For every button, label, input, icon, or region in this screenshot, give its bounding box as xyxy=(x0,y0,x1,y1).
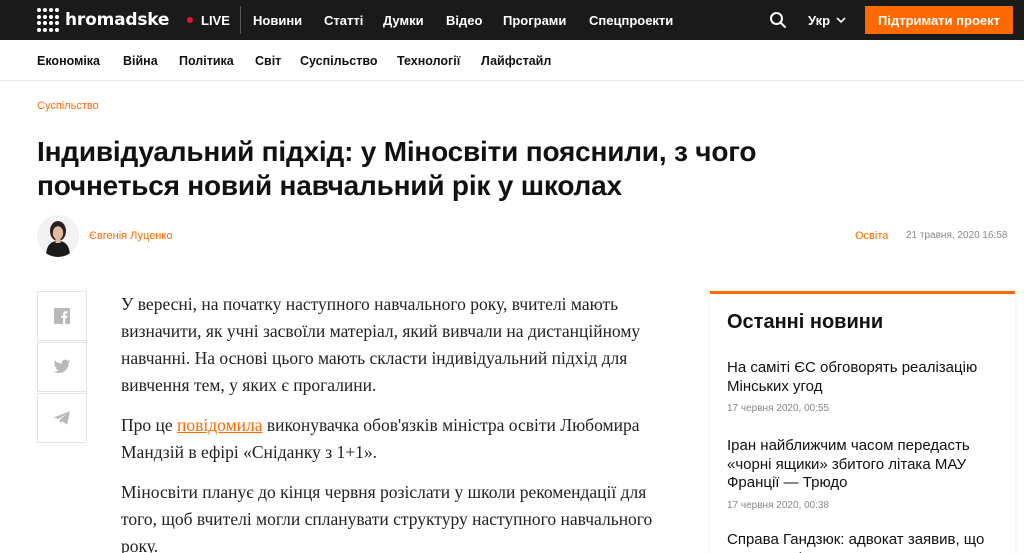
nav-programs[interactable]: Програми xyxy=(503,0,566,40)
news-item[interactable]: Справа Гандзюк: адвокат заявив, що Манге… xyxy=(727,531,1002,553)
news-title[interactable]: Іран найближчим часом передасть «чорні я… xyxy=(727,437,1002,493)
latest-news-widget: Останні новини На саміті ЄС обговорять р… xyxy=(710,291,1015,553)
category-nav: Економіка Війна Політика Світ Суспільств… xyxy=(0,40,1024,81)
subnav-technology[interactable]: Технології xyxy=(397,40,460,81)
subnav-lifestyle[interactable]: Лайфстайл xyxy=(481,40,551,81)
subnav-world[interactable]: Світ xyxy=(255,40,281,81)
nav-video[interactable]: Відео xyxy=(446,0,482,40)
language-label: Укр xyxy=(808,12,831,28)
share-twitter-button[interactable] xyxy=(37,342,87,392)
news-time: 17 червня 2020, 00:38 xyxy=(727,499,830,511)
latest-news-title: Останні новини xyxy=(727,311,884,333)
subnav-politics[interactable]: Політика xyxy=(179,40,234,81)
divider xyxy=(240,6,241,34)
language-selector[interactable]: Укр xyxy=(808,0,846,40)
article-date: 21 травня, 2020 16:58 xyxy=(906,230,1008,241)
search-icon[interactable] xyxy=(768,10,788,30)
author-name[interactable]: Євгенія Луценко xyxy=(89,230,172,242)
top-bar: hromadske LIVE Новини Статті Думки Відео… xyxy=(0,0,1024,40)
nav-news[interactable]: Новини xyxy=(253,0,302,40)
live-link[interactable]: LIVE xyxy=(187,0,230,40)
news-item[interactable]: Іран найближчим часом передасть «чорні я… xyxy=(727,437,1002,511)
subnav-society[interactable]: Суспільство xyxy=(300,40,378,81)
article-tag[interactable]: Освіта xyxy=(855,230,888,242)
live-dot-icon xyxy=(187,17,193,23)
article-paragraph: У вересні, на початку наступного навчаль… xyxy=(121,294,641,395)
logo-dots-icon xyxy=(37,8,61,32)
facebook-icon xyxy=(54,308,70,324)
author-photo xyxy=(37,215,79,257)
nav-opinions[interactable]: Думки xyxy=(383,0,424,40)
live-label: LIVE xyxy=(201,12,230,28)
support-project-button[interactable]: Підтримати проект xyxy=(865,6,1013,34)
news-time: 17 червня 2020, 00:55 xyxy=(727,403,830,414)
logo-text: hromadske xyxy=(65,10,170,30)
chevron-down-icon xyxy=(836,17,846,23)
subnav-war[interactable]: Війна xyxy=(123,40,158,81)
news-title[interactable]: На саміті ЄС обговорять реалізацію Мінсь… xyxy=(727,359,1002,396)
telegram-icon xyxy=(53,411,70,425)
news-item[interactable]: На саміті ЄС обговорять реалізацію Мінсь… xyxy=(727,359,1002,414)
news-title[interactable]: Справа Гандзюк: адвокат заявив, що Манге… xyxy=(727,531,1002,553)
share-facebook-button[interactable] xyxy=(37,291,87,341)
subnav-economy[interactable]: Економіка xyxy=(37,40,100,81)
article-headline: Індивідуальний підхід: у Міносвіти поясн… xyxy=(37,136,757,201)
article-paragraph: Міносвіти планує до кінця червня розісла… xyxy=(121,482,653,553)
article-category[interactable]: Суспільство xyxy=(37,100,99,112)
site-logo[interactable]: hromadske xyxy=(37,6,169,34)
paragraph-text: Про це xyxy=(121,415,178,435)
article-paragraph: Про це повідомила виконувачка обов'язків… xyxy=(121,412,671,466)
nav-articles[interactable]: Статті xyxy=(324,0,363,40)
article-body: У вересні, на початку наступного навчаль… xyxy=(121,291,671,553)
author-avatar[interactable] xyxy=(37,215,79,257)
share-telegram-button[interactable] xyxy=(37,393,87,443)
source-link[interactable]: повідомила xyxy=(177,415,263,435)
twitter-icon xyxy=(53,359,71,373)
nav-special-projects[interactable]: Спецпроекти xyxy=(589,0,673,40)
